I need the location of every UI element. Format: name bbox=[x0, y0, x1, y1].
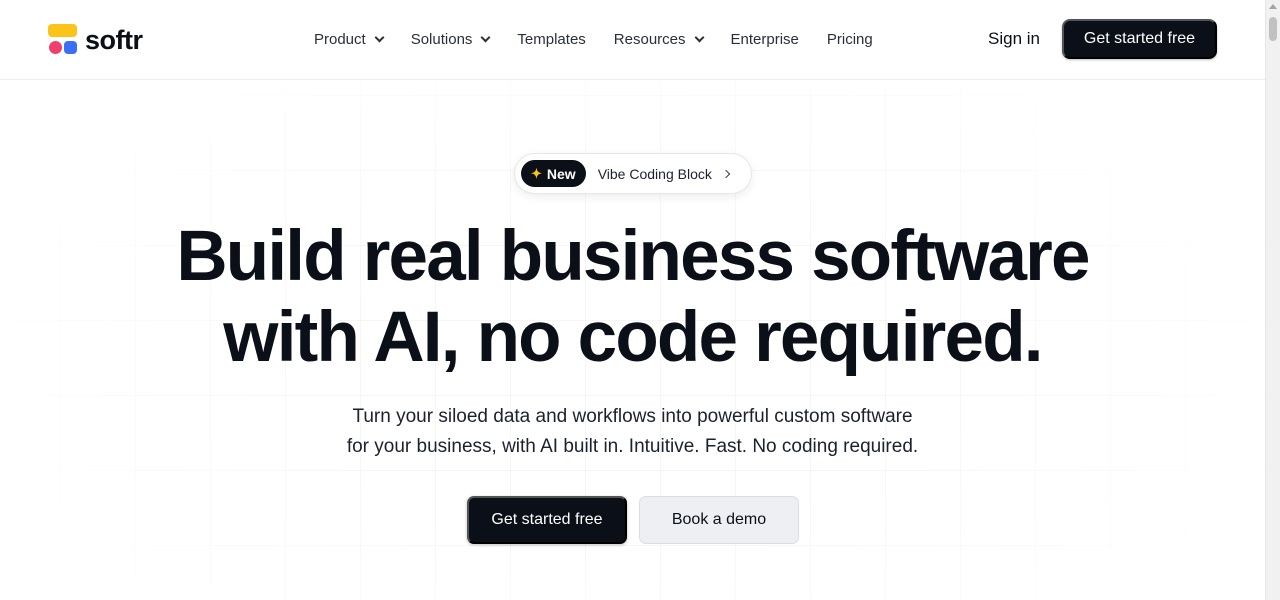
subtitle-line-1: Turn your siloed data and workflows into… bbox=[352, 406, 913, 427]
chevron-down-icon bbox=[480, 32, 491, 42]
headline-line-1: Build real business software bbox=[176, 217, 1090, 296]
nav-item-label: Enterprise bbox=[730, 30, 799, 48]
chevron-right-icon bbox=[721, 169, 731, 178]
page-scrollbar[interactable] bbox=[1265, 0, 1280, 600]
badge-text: Vibe Coding Block bbox=[597, 165, 712, 182]
nav-item-label: Product bbox=[314, 30, 366, 48]
book-demo-button[interactable]: Book a demo bbox=[639, 496, 799, 544]
new-tag: ✦ New bbox=[521, 160, 586, 187]
new-feature-badge[interactable]: ✦ New Vibe Coding Block bbox=[514, 153, 752, 194]
nav-item-label: Resources bbox=[613, 30, 686, 48]
brand-name: softr bbox=[85, 24, 143, 55]
chevron-down-icon bbox=[374, 32, 385, 42]
hero-headline: Build real business software with AI, no… bbox=[0, 216, 1265, 378]
sign-in-link[interactable]: Sign in bbox=[988, 29, 1040, 49]
nav-item-product[interactable]: Product bbox=[314, 30, 385, 48]
scrollbar-thumb[interactable] bbox=[1269, 17, 1277, 41]
nav-item-label: Solutions bbox=[410, 30, 473, 48]
hero-subtitle: Turn your siloed data and workflows into… bbox=[0, 402, 1265, 462]
softr-logo-icon bbox=[48, 24, 78, 55]
main-nav: Product Solutions Templates Resources En… bbox=[314, 28, 901, 50]
header-get-started-button[interactable]: Get started free bbox=[1062, 19, 1217, 59]
softr-logo[interactable]: softr bbox=[48, 24, 143, 55]
scroll-up-arrow-icon[interactable] bbox=[1269, 4, 1277, 9]
new-tag-label: New bbox=[546, 165, 576, 182]
get-started-button[interactable]: Get started free bbox=[467, 496, 627, 544]
nav-item-resources[interactable]: Resources bbox=[613, 30, 704, 48]
nav-item-solutions[interactable]: Solutions bbox=[410, 30, 491, 48]
nav-item-enterprise[interactable]: Enterprise bbox=[731, 31, 799, 48]
nav-item-label: Templates bbox=[517, 30, 586, 48]
sparkle-icon: ✦ bbox=[531, 165, 542, 181]
chevron-down-icon bbox=[694, 32, 704, 42]
site-header: softr Product Solutions Templates Resour… bbox=[0, 0, 1265, 80]
nav-item-pricing[interactable]: Pricing bbox=[827, 31, 873, 48]
nav-item-label: Pricing bbox=[826, 30, 873, 48]
headline-line-2: with AI, no code required. bbox=[223, 298, 1043, 377]
subtitle-line-2: for your business, with AI built in. Int… bbox=[346, 436, 919, 457]
nav-item-templates[interactable]: Templates bbox=[517, 31, 585, 48]
